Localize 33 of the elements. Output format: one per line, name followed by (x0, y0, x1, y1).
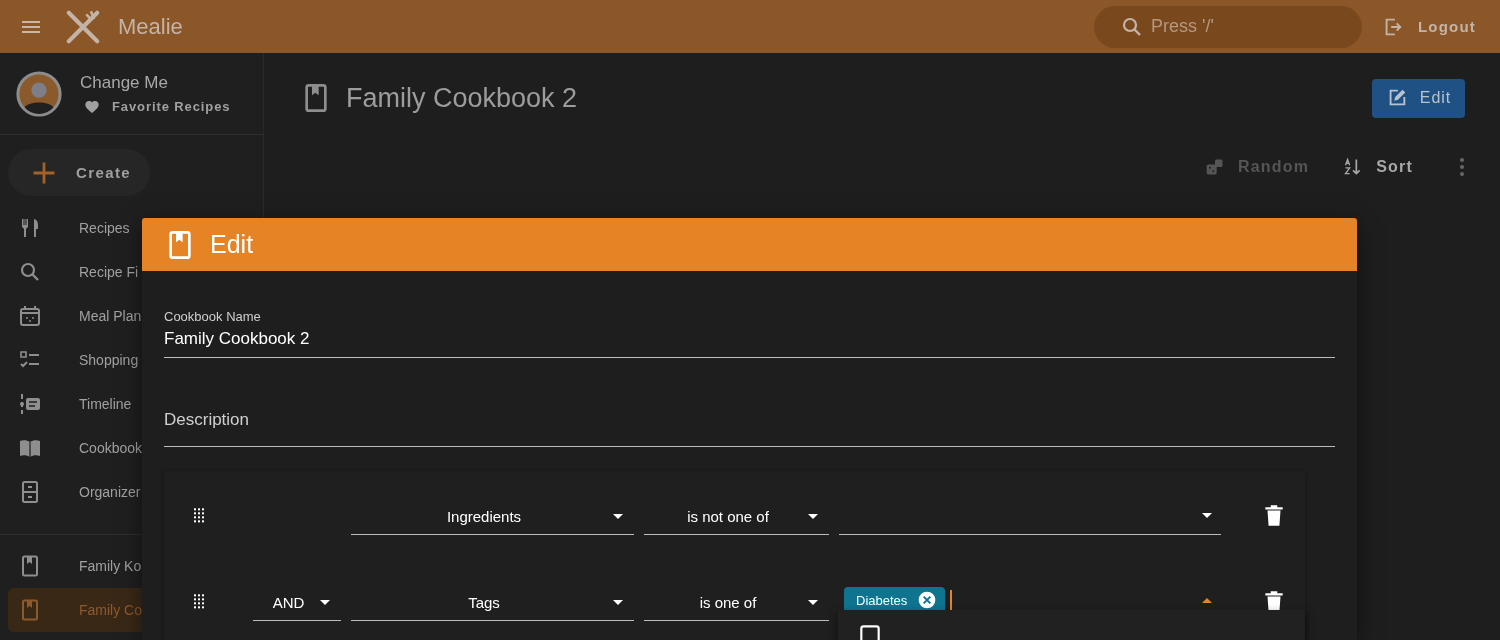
field-label: Cookbook Name (164, 309, 261, 324)
sidebar-item[interactable]: Family Ko (0, 544, 255, 588)
caret-icon (1202, 597, 1212, 603)
sidebar-item[interactable]: Organizer (0, 470, 255, 514)
avatar-icon (16, 70, 62, 117)
search-field[interactable]: Press '/' (1094, 5, 1362, 48)
caret-icon (808, 514, 818, 519)
app-title: Mealie (118, 13, 183, 40)
conjunction-select[interactable]: AND (253, 585, 341, 621)
calendar-icon (18, 304, 42, 328)
dice-icon (1205, 157, 1225, 177)
timeline-icon (18, 392, 42, 416)
more-icon (1460, 158, 1464, 176)
caret-icon (808, 600, 818, 605)
caret-icon (1202, 512, 1212, 518)
operator-select[interactable]: is not one of (644, 499, 829, 535)
close-icon (917, 590, 938, 610)
name-field[interactable]: Family Cookbook 2 (164, 326, 1335, 358)
field-select[interactable]: Ingredients (351, 499, 634, 535)
edit-button[interactable]: Edit (1372, 78, 1465, 118)
field-select[interactable]: Tags (351, 585, 634, 621)
operator-select[interactable]: is one of (644, 585, 829, 621)
favorites-link[interactable]: Favorite Recipes (84, 98, 231, 115)
create-button[interactable]: Create (8, 149, 150, 196)
user-name: Change Me (80, 72, 169, 93)
dialog-title: Edit (210, 230, 254, 259)
description-field[interactable]: Description (164, 407, 1335, 447)
page-title: Family Cookbook 2 (346, 82, 578, 114)
caret-icon (320, 600, 330, 605)
caret-icon (613, 600, 623, 605)
caret-icon (613, 514, 623, 519)
heart-icon (84, 98, 100, 115)
action-button[interactable]: Sort (1343, 157, 1413, 177)
